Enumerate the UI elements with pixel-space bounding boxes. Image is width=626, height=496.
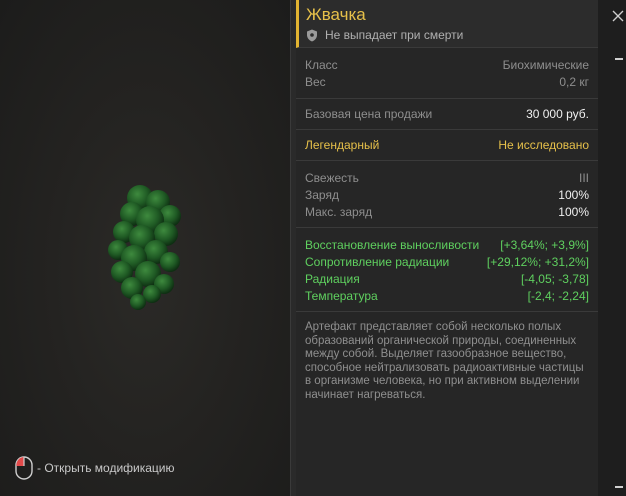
stat-value: [+3,64%; +3,9%]: [500, 238, 589, 252]
stat-value: [-2,4; -2,24]: [527, 289, 589, 303]
item-description: Артефакт представляет собой несколько по…: [305, 321, 584, 401]
freshness-label: Свежесть: [305, 171, 359, 185]
charge-section: Свежесть III Заряд 100% Макс. заряд 100%: [296, 161, 598, 228]
price-row: Базовая цена продажи 30 000 руб.: [305, 105, 589, 123]
stat-label: Температура: [305, 289, 378, 303]
charge-value: 100%: [558, 188, 589, 202]
price-value: 30 000 руб.: [526, 107, 589, 121]
shield-icon: [307, 29, 317, 41]
max-charge-value: 100%: [558, 205, 589, 219]
freshness-row: Свежесть III: [305, 170, 589, 187]
scrollbar-bottom-cap: [615, 486, 623, 488]
price-section: Базовая цена продажи 30 000 руб.: [296, 99, 598, 130]
artifact-model[interactable]: [96, 180, 196, 320]
weight-value: 0,2 кг: [559, 75, 589, 89]
rarity-label: Легендарный: [305, 138, 380, 152]
charge-row: Заряд 100%: [305, 187, 589, 204]
stat-value: [-4,05; -3,78]: [520, 272, 589, 286]
no-drop-on-death-label: Не выпадает при смерти: [325, 28, 464, 42]
max-charge-row: Макс. заряд 100%: [305, 204, 589, 221]
scrollbar-top-cap: [615, 58, 623, 60]
weight-label: Вес: [305, 75, 326, 89]
item-title: Жвачка: [306, 5, 366, 24]
close-icon[interactable]: [612, 10, 624, 22]
artifact-viewer[interactable]: - Открыть модификацию: [0, 0, 290, 496]
class-label: Класс: [305, 58, 338, 72]
item-subtitle: Не выпадает при смерти: [306, 28, 598, 42]
stat-label: Сопротивление радиации: [305, 255, 450, 269]
stat-row: Восстановление выносливости [+3,64%; +3,…: [305, 237, 589, 254]
open-modification-label: - Открыть модификацию: [37, 461, 175, 475]
stat-label: Восстановление выносливости: [305, 238, 480, 252]
stats-section: Восстановление выносливости [+3,64%; +3,…: [296, 228, 598, 312]
rarity-section: Легендарный Не исследовано: [296, 130, 598, 161]
max-charge-label: Макс. заряд: [305, 205, 373, 219]
research-status: Не исследовано: [498, 138, 589, 152]
rarity-row: Легендарный Не исследовано: [305, 136, 589, 154]
class-value: Биохимические: [502, 58, 589, 72]
item-basic-section: Класс Биохимические Вес 0,2 кг: [296, 48, 598, 99]
class-row: Класс Биохимические: [305, 57, 589, 74]
scrollbar[interactable]: [612, 52, 626, 496]
item-header: Жвачка Не выпадает при смерти: [296, 0, 598, 48]
stat-row: Радиация [-4,05; -3,78]: [305, 271, 589, 288]
stat-row: Сопротивление радиации [+29,12%; +31,2%]: [305, 254, 589, 271]
stat-label: Радиация: [305, 272, 360, 286]
open-modification-hint: - Открыть модификацию: [14, 455, 175, 481]
mouse-left-click-icon: [15, 456, 33, 480]
charge-label: Заряд: [305, 188, 339, 202]
item-info-panel: Жвачка Не выпадает при смерти Класс Биох…: [296, 0, 598, 496]
weight-row: Вес 0,2 кг: [305, 74, 589, 91]
price-label: Базовая цена продажи: [305, 107, 433, 121]
stat-value: [+29,12%; +31,2%]: [486, 255, 589, 269]
stat-row: Температура [-2,4; -2,24]: [305, 288, 589, 305]
freshness-value: III: [578, 171, 589, 185]
